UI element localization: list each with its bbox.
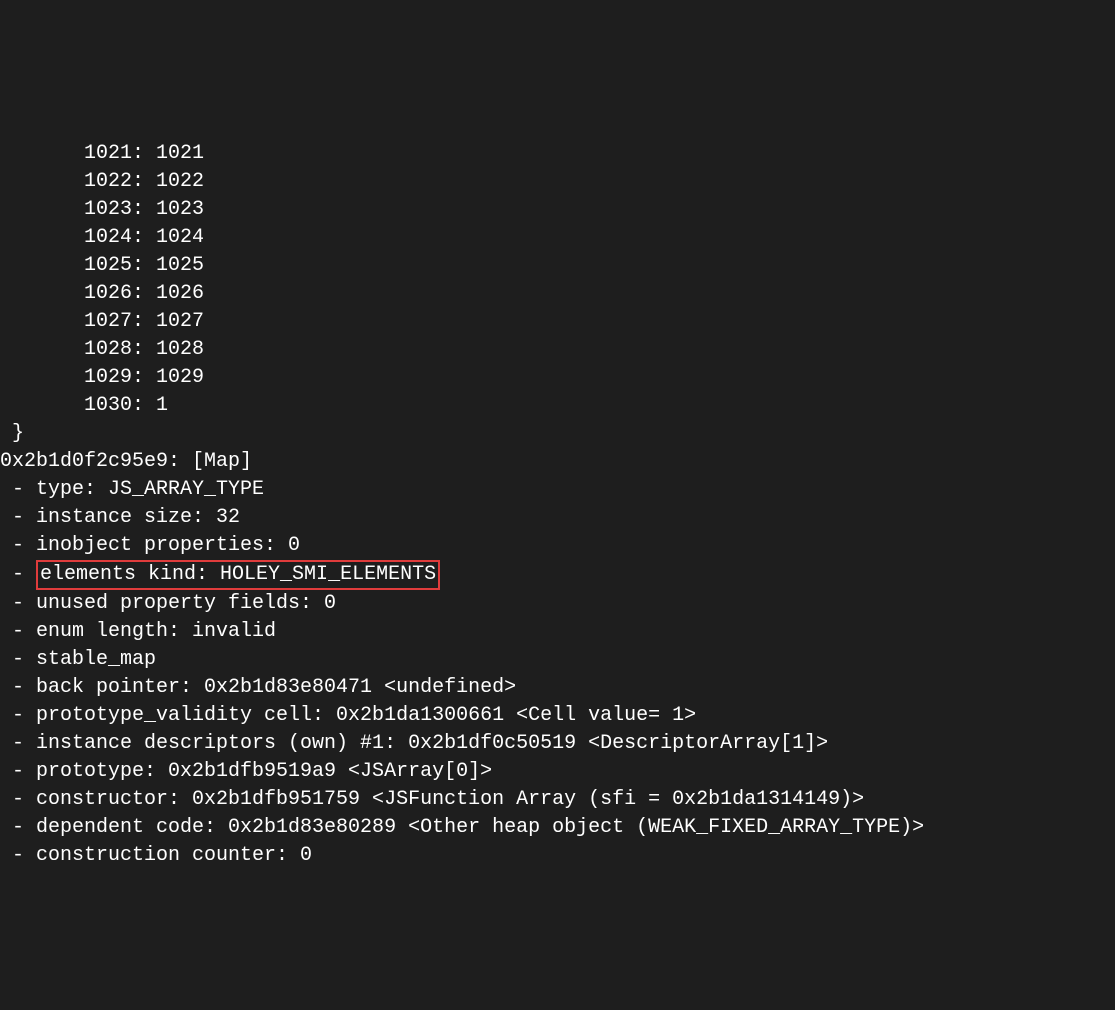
array-entry: 1025: 1025 [0, 252, 1115, 280]
map-detail-line: - prototype_validity cell: 0x2b1da130066… [0, 702, 1115, 730]
map-detail-line: - type: JS_ARRAY_TYPE [0, 476, 1115, 504]
map-detail-line: - construction counter: 0 [0, 842, 1115, 870]
map-detail-line: - elements kind: HOLEY_SMI_ELEMENTS [0, 560, 1115, 590]
partial-line: 1021: 1021 [0, 140, 1115, 168]
map-detail-line: - dependent code: 0x2b1d83e80289 <Other … [0, 814, 1115, 842]
map-detail-line: - stable_map [0, 646, 1115, 674]
map-detail-line: - instance descriptors (own) #1: 0x2b1df… [0, 730, 1115, 758]
highlighted-elements-kind: elements kind: HOLEY_SMI_ELEMENTS [36, 560, 440, 590]
map-detail-line: - inobject properties: 0 [0, 532, 1115, 560]
map-detail-line: - unused property fields: 0 [0, 590, 1115, 618]
array-entry: 1022: 1022 [0, 168, 1115, 196]
map-detail-line: - back pointer: 0x2b1d83e80471 <undefine… [0, 674, 1115, 702]
map-header: 0x2b1d0f2c95e9: [Map] [0, 448, 1115, 476]
array-entry: 1029: 1029 [0, 364, 1115, 392]
array-entry: 1026: 1026 [0, 280, 1115, 308]
map-detail-line: - constructor: 0x2b1dfb951759 <JSFunctio… [0, 786, 1115, 814]
array-entry: 1023: 1023 [0, 196, 1115, 224]
array-entry: 1027: 1027 [0, 308, 1115, 336]
array-entry: 1024: 1024 [0, 224, 1115, 252]
map-detail-line: - enum length: invalid [0, 618, 1115, 646]
closing-brace: } [0, 420, 1115, 448]
map-detail-line: - prototype: 0x2b1dfb9519a9 <JSArray[0]> [0, 758, 1115, 786]
array-entry: 1030: 1 [0, 392, 1115, 420]
debug-output: 1021: 1021 1022: 1022 1023: 1023 1024: 1… [0, 112, 1115, 870]
map-detail-line: - instance size: 32 [0, 504, 1115, 532]
array-entry: 1028: 1028 [0, 336, 1115, 364]
